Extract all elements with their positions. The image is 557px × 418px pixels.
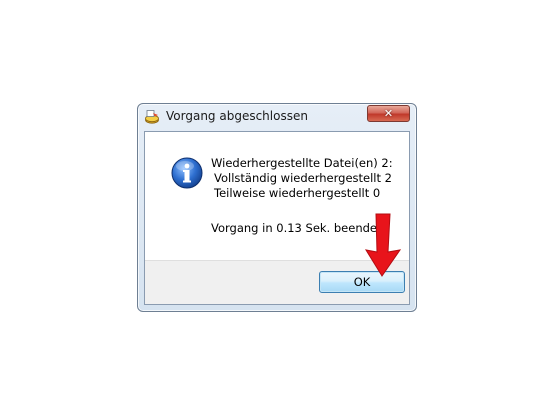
close-button[interactable]: ✕ [367,105,410,122]
screenshot-stage: Vorgang abgeschlossen ✕ Wiederhergestell… [0,0,557,418]
message-line-recovered: Wiederhergestellte Datei(en) 2: [211,156,393,170]
dialog-client-area: Wiederhergestellte Datei(en) 2: Vollstän… [144,131,410,305]
dialog-footer: OK [145,260,409,304]
dialog-window: Vorgang abgeschlossen ✕ Wiederhergestell… [137,103,417,312]
ok-button[interactable]: OK [319,271,405,293]
message-line-partial: Teilweise wiederhergestellt 0 [214,186,381,200]
dialog-titlebar[interactable]: Vorgang abgeschlossen ✕ [138,104,416,130]
duration-text: Vorgang in 0.13 Sek. beendet. [211,221,386,235]
message-line-full: Vollständig wiederhergestellt 2 [214,171,392,185]
close-icon: ✕ [383,107,394,120]
information-icon [171,157,203,189]
recovery-app-icon [144,109,160,125]
dialog-title: Vorgang abgeschlossen [166,109,308,123]
message-text: Wiederhergestellte Datei(en) 2: Vollstän… [211,156,393,201]
